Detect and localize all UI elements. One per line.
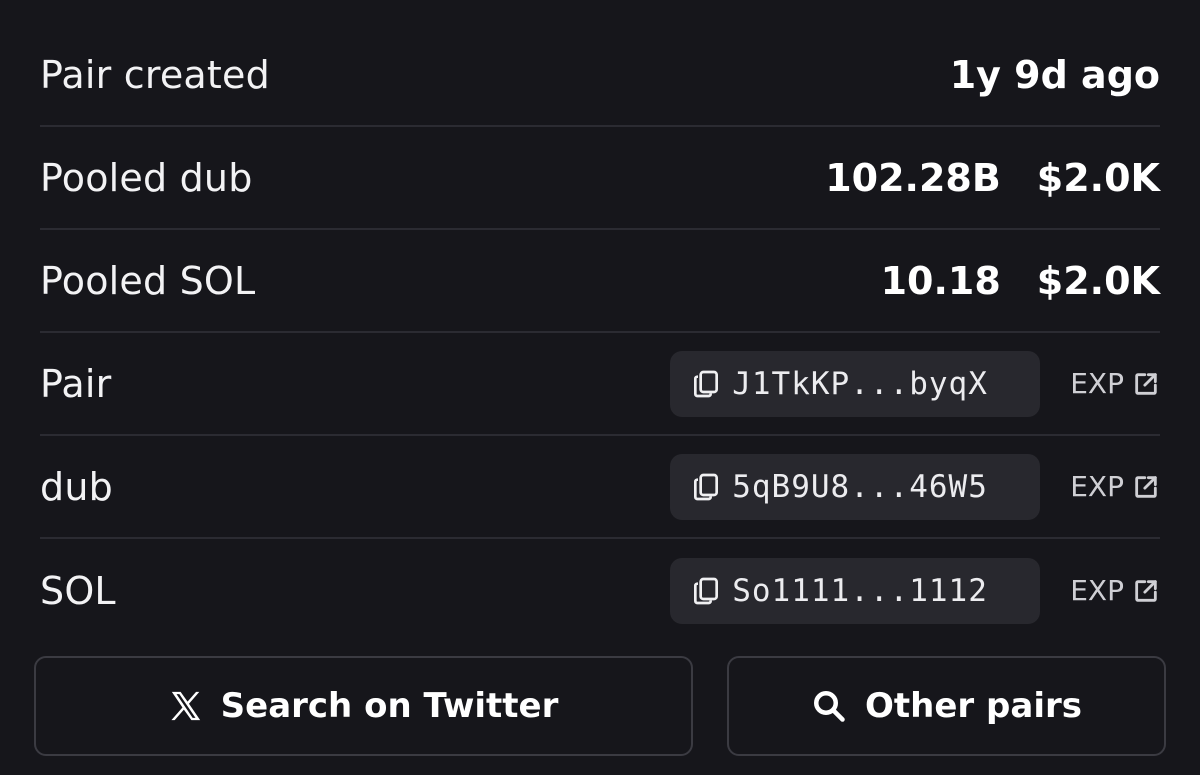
external-link-icon [1135, 579, 1157, 602]
sol-address-label: SOL [40, 568, 116, 613]
sol-address-text: So1111...1112 [732, 572, 988, 609]
copy-icon [694, 473, 719, 500]
pair-info-rows: Pair created 1y 9d ago Pooled dub 102.28… [40, 24, 1160, 642]
pooled-sol-amount: 10.18 [880, 258, 1001, 303]
dub-explorer-link[interactable]: EXP [1070, 470, 1160, 503]
pair-created-row: Pair created 1y 9d ago [40, 24, 1160, 127]
pair-explorer-label: EXP [1070, 367, 1124, 400]
external-link-icon [1135, 475, 1157, 498]
pair-address-label: Pair [40, 361, 112, 406]
search-on-twitter-button[interactable]: Search on Twitter [34, 656, 693, 756]
sol-address-group: So1111...1112 EXP [670, 557, 1160, 624]
pair-address-copy-button[interactable]: J1TkKP...byqX [670, 350, 1041, 417]
other-pairs-button[interactable]: Other pairs [727, 656, 1166, 756]
sol-address-row: SOL So1111...1112 EXP [40, 539, 1160, 642]
pooled-dub-row: Pooled dub 102.28B $2.0K [40, 127, 1160, 230]
dub-address-group: 5qB9U8...46W5 EXP [670, 453, 1160, 520]
pair-address-row: Pair J1TkKP...byqX EXP [40, 333, 1160, 436]
pair-info-panel: Pair created 1y 9d ago Pooled dub 102.28… [0, 0, 1200, 775]
action-buttons: Search on Twitter Other pairs [34, 656, 1166, 756]
external-link-icon [1135, 372, 1157, 395]
sol-explorer-link[interactable]: EXP [1070, 574, 1160, 607]
pooled-sol-values: 10.18 $2.0K [881, 259, 1160, 303]
dub-address-text: 5qB9U8...46W5 [732, 468, 988, 505]
pooled-dub-amount: 102.28B [825, 155, 1001, 200]
pooled-dub-label: Pooled dub [40, 155, 253, 200]
pooled-sol-row: Pooled SOL 10.18 $2.0K [40, 230, 1160, 333]
pair-address-group: J1TkKP...byqX EXP [670, 350, 1160, 417]
sol-address-copy-button[interactable]: So1111...1112 [670, 557, 1041, 624]
pooled-dub-usd: $2.0K [1036, 155, 1160, 200]
x-logo-icon [171, 691, 200, 721]
other-pairs-label: Other pairs [865, 686, 1082, 726]
pair-address-text: J1TkKP...byqX [732, 365, 988, 402]
copy-icon [694, 577, 719, 604]
pair-created-age: 1y 9d ago [949, 52, 1160, 97]
dub-address-label: dub [40, 464, 113, 509]
pair-created-value: 1y 9d ago [950, 53, 1160, 97]
copy-icon [694, 370, 719, 397]
search-on-twitter-label: Search on Twitter [220, 686, 559, 726]
search-icon [814, 691, 845, 722]
pooled-sol-usd: $2.0K [1036, 258, 1160, 303]
pair-created-label: Pair created [40, 52, 270, 97]
dub-address-copy-button[interactable]: 5qB9U8...46W5 [670, 453, 1041, 520]
dub-address-row: dub 5qB9U8...46W5 EXP [40, 436, 1160, 539]
pair-explorer-link[interactable]: EXP [1070, 367, 1160, 400]
pooled-dub-values: 102.28B $2.0K [825, 156, 1160, 200]
pooled-sol-label: Pooled SOL [40, 258, 256, 303]
dub-explorer-label: EXP [1070, 470, 1124, 503]
sol-explorer-label: EXP [1070, 574, 1124, 607]
